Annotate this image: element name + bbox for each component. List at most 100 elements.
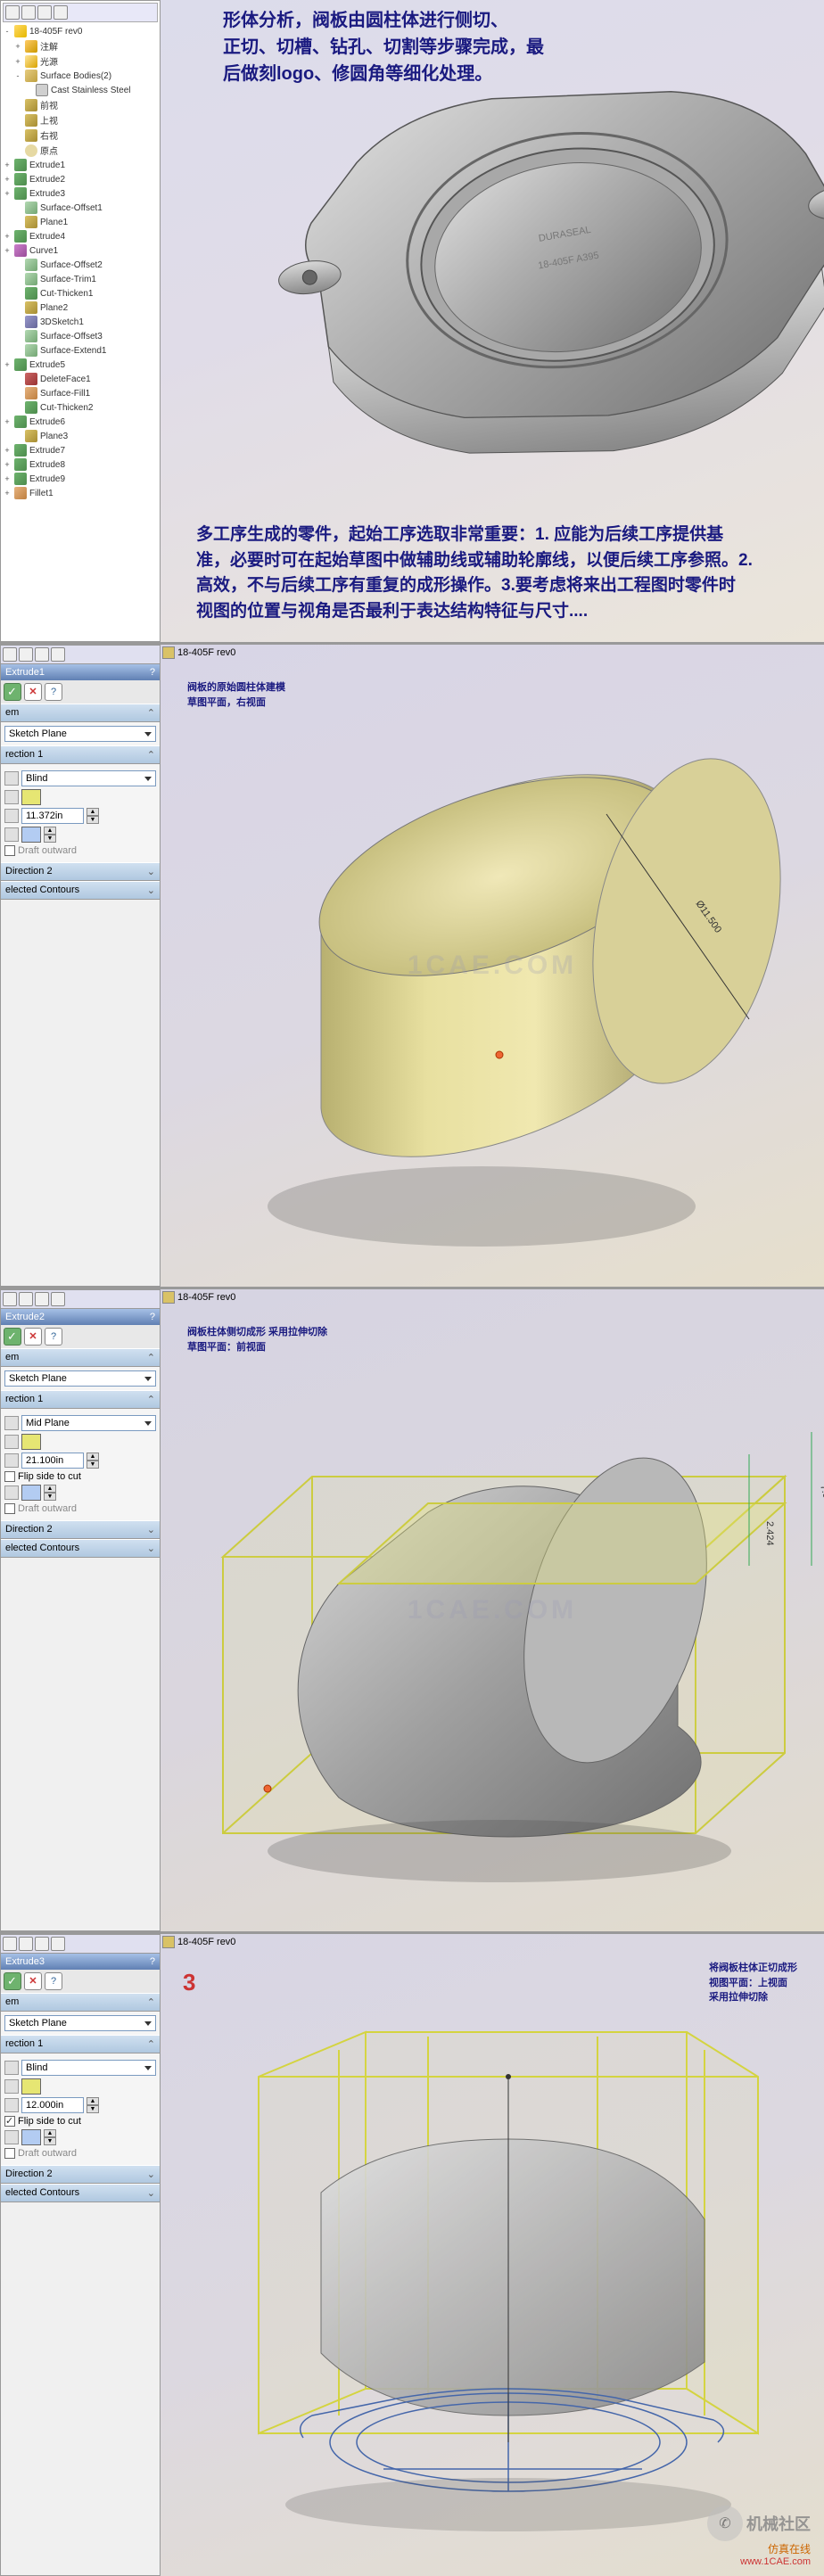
view-extrude3[interactable]: 18-405F rev0 3 将阀板柱体正切成形 视图平面：上视面采用拉伸切除 [161,1934,824,2576]
expand-icon[interactable]: + [3,446,12,455]
draft-icon[interactable] [4,2130,19,2144]
spinner[interactable]: ▲▼ [44,1485,56,1501]
from-dropdown[interactable]: Sketch Plane [4,1370,156,1387]
expand-icon[interactable]: + [3,189,12,198]
help-icon[interactable]: ? [150,1956,155,1967]
reverse-icon[interactable] [4,771,19,786]
tab-icon[interactable] [51,1292,65,1306]
color-swatch[interactable] [21,1434,41,1450]
tree-item[interactable]: Plane1 [3,215,158,229]
tree-root[interactable]: - 18-405F rev0 [3,24,158,38]
tab-icon[interactable] [3,1292,17,1306]
draft-outward-checkbox[interactable] [4,1503,15,1514]
flip-checkbox[interactable] [4,2116,15,2127]
draft-icon[interactable] [4,827,19,842]
detail-button[interactable]: ? [45,1328,62,1346]
tab-icon[interactable] [19,1292,33,1306]
tree-tab-icon[interactable] [37,5,52,20]
depth-input[interactable] [21,1453,84,1469]
spinner[interactable]: ▲▼ [44,827,56,843]
tab-icon[interactable] [3,647,17,662]
tree-item[interactable]: + Extrude6 [3,415,158,429]
expand-icon[interactable]: + [3,489,12,498]
tab-icon[interactable] [35,647,49,662]
color-swatch[interactable] [21,789,41,805]
tab-icon[interactable] [51,1937,65,1951]
direction-icon[interactable] [4,2079,19,2094]
tree-item[interactable]: 3DSketch1 [3,315,158,329]
direction2-header[interactable]: Direction 2⌄ [1,2165,160,2184]
tree-item[interactable]: + Extrude8 [3,457,158,472]
tree-item[interactable]: Cut-Thicken2 [3,400,158,415]
draft-icon[interactable] [4,1486,19,1500]
view-extrude2[interactable]: 18-405F rev0 阀板柱体侧切成形 采用拉伸切除草图平面：前视面 [161,1289,824,1931]
detail-button[interactable]: ? [45,1972,62,1990]
tab-icon[interactable] [19,647,33,662]
tree-tab-icon[interactable] [5,5,20,20]
end-condition-dropdown[interactable]: Blind [21,770,156,786]
collapse-icon[interactable]: - [3,27,12,36]
tree-item[interactable]: Plane3 [3,429,158,443]
tree-item[interactable]: + Extrude9 [3,472,158,486]
tree-item[interactable]: + Extrude2 [3,172,158,186]
direction2-header[interactable]: Direction 2⌄ [1,1520,160,1539]
tree-item[interactable]: Plane2 [3,300,158,315]
tree-item[interactable]: DeleteFace1 [3,372,158,386]
tree-item[interactable]: Surface-Offset1 [3,201,158,215]
tree-item[interactable]: 前视 [3,97,158,112]
expand-icon[interactable]: - [13,71,22,80]
tab-icon[interactable] [35,1937,49,1951]
ok-button[interactable] [4,683,21,701]
help-icon[interactable]: ? [150,1312,155,1322]
view-extrude1[interactable]: 18-405F rev0 阀板的原始圆柱体建模草图平面，右视面 Ø [161,645,824,1287]
draft-outward-checkbox[interactable] [4,845,15,856]
detail-button[interactable]: ? [45,683,62,701]
color-swatch[interactable] [21,2129,41,2145]
tab-icon[interactable] [19,1937,33,1951]
main-3d-view[interactable]: 形体分析，阀板由圆柱体进行侧切、正切、切槽、钻孔、切割等步骤完成，最后做刻log… [161,0,824,642]
contours-header[interactable]: elected Contours⌄ [1,881,160,900]
depth-input[interactable] [21,2097,84,2113]
spinner[interactable]: ▲▼ [44,2129,56,2145]
tree-item[interactable]: + Curve1 [3,243,158,258]
reverse-icon[interactable] [4,2061,19,2075]
direction1-header[interactable]: rection 1⌃ [1,2035,160,2053]
ok-button[interactable] [4,1328,21,1346]
tree-tab-icon[interactable] [54,5,68,20]
cancel-button[interactable]: ✕ [24,683,42,701]
ok-button[interactable] [4,1972,21,1990]
tree-item[interactable]: Cut-Thicken1 [3,286,158,300]
contours-header[interactable]: elected Contours⌄ [1,1539,160,1558]
from-dropdown[interactable]: Sketch Plane [4,726,156,742]
color-swatch[interactable] [21,2078,41,2095]
cancel-button[interactable]: ✕ [24,1972,42,1990]
tree-item[interactable]: 上视 [3,112,158,128]
tree-item[interactable]: + Fillet1 [3,486,158,500]
tree-item[interactable]: Surface-Extend1 [3,343,158,358]
from-header[interactable]: em⌃ [1,1993,160,2012]
draft-outward-checkbox[interactable] [4,2148,15,2159]
tree-item[interactable]: + Extrude7 [3,443,158,457]
direction2-header[interactable]: Direction 2⌄ [1,862,160,881]
cancel-button[interactable]: ✕ [24,1328,42,1346]
expand-icon[interactable]: + [3,246,12,255]
from-header[interactable]: em⌃ [1,1348,160,1367]
tree-item[interactable]: + Extrude1 [3,158,158,172]
end-condition-dropdown[interactable]: Blind [21,2060,156,2076]
direction1-header[interactable]: rection 1⌃ [1,745,160,764]
end-condition-dropdown[interactable]: Mid Plane [21,1415,156,1431]
expand-icon[interactable]: + [13,57,22,66]
tree-item[interactable]: + 注解 [3,38,158,53]
tree-item[interactable]: Surface-Fill1 [3,386,158,400]
from-dropdown[interactable]: Sketch Plane [4,2015,156,2031]
tree-tab-icon[interactable] [21,5,36,20]
expand-icon[interactable]: + [3,175,12,184]
tree-item[interactable]: 右视 [3,128,158,143]
tree-item[interactable]: + Extrude4 [3,229,158,243]
tree-item[interactable]: 原点 [3,143,158,158]
expand-icon[interactable]: + [3,232,12,241]
expand-icon[interactable]: + [13,42,22,51]
spinner[interactable]: ▲▼ [87,2097,99,2113]
contours-header[interactable]: elected Contours⌄ [1,2184,160,2202]
expand-icon[interactable]: + [3,474,12,483]
